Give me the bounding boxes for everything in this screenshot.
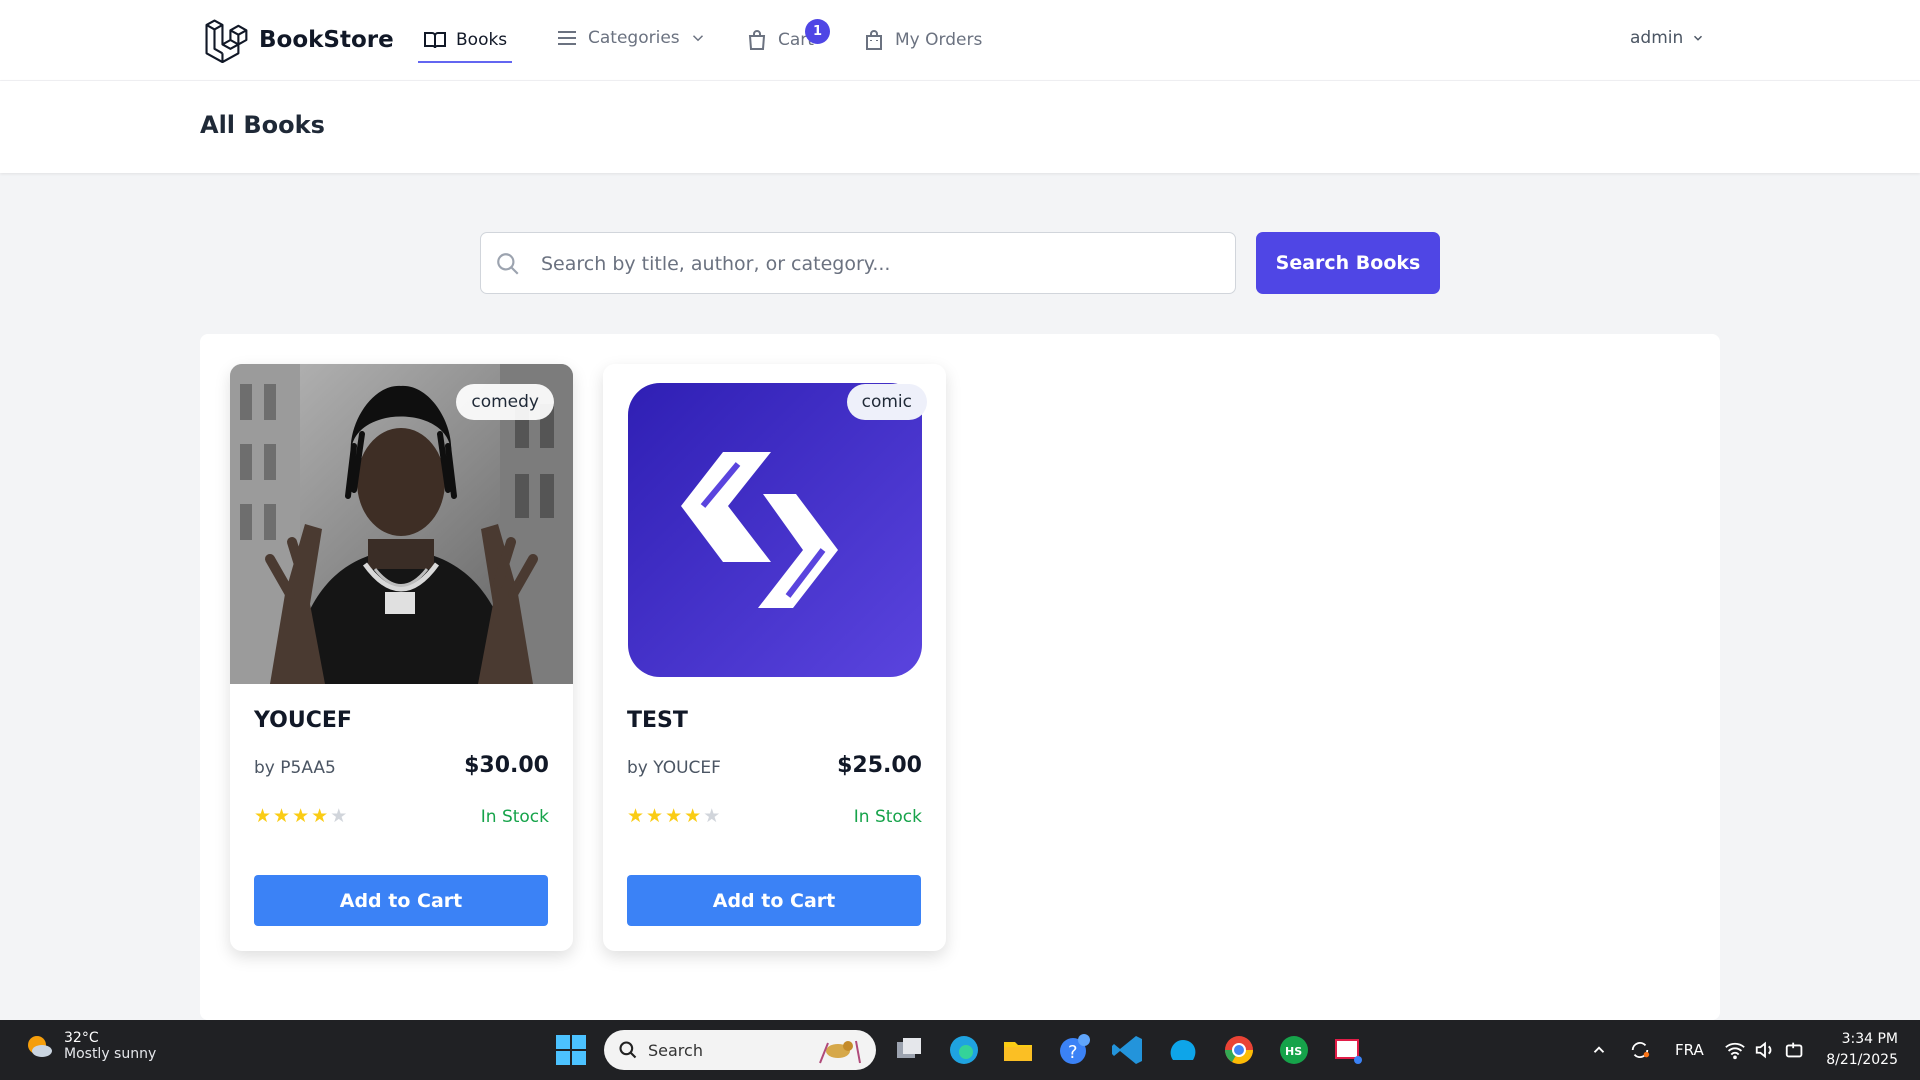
book-price: $30.00 — [464, 753, 549, 778]
book-title[interactable]: YOUCEF — [254, 708, 352, 733]
rating-stars: ★ ★ ★ ★ ★ — [254, 806, 347, 826]
top-navbar: BookStore Books Categories Cart 1 My Ord… — [0, 0, 1920, 81]
nav-books-label: Books — [456, 30, 508, 50]
star-icon: ★ — [646, 805, 664, 827]
book-card[interactable]: comedy YOUCEF by P5AA5 $30.00 ★ ★ ★ ★ ★ … — [230, 364, 573, 951]
category-badge: comic — [846, 384, 927, 420]
clock-time: 3:34 PM — [1841, 1031, 1898, 1047]
nav-my-orders[interactable]: My Orders — [862, 24, 982, 56]
nav-categories-label: Categories — [588, 28, 680, 48]
page-header: All Books — [0, 81, 1920, 173]
battery-icon[interactable] — [1784, 1020, 1806, 1080]
book-card[interactable]: comic TEST by YOUCEF $25.00 ★ ★ ★ ★ ★ In… — [603, 364, 946, 951]
book-title[interactable]: TEST — [627, 708, 688, 733]
user-menu-dropdown[interactable]: admin — [1630, 28, 1705, 48]
star-icon: ★ — [627, 805, 645, 827]
star-icon: ★ — [254, 805, 272, 827]
language-indicator[interactable]: FRA — [1675, 1020, 1704, 1080]
taskbar-search-label: Search — [648, 1040, 703, 1060]
svg-text:?: ? — [1068, 1042, 1078, 1063]
add-to-cart-button[interactable]: Add to Cart — [627, 875, 921, 926]
star-icon: ★ — [273, 805, 291, 827]
volume-icon[interactable] — [1754, 1020, 1776, 1080]
nav-my-orders-label: My Orders — [895, 30, 983, 50]
nav-cart[interactable]: Cart — [745, 24, 814, 56]
star-icon: ★ — [684, 805, 702, 827]
search-icon — [619, 1041, 637, 1059]
star-icon: ★ — [292, 805, 310, 827]
shopping-bag-icon — [748, 30, 766, 50]
brand-name: BookStore — [259, 27, 394, 53]
edge-browser-icon[interactable] — [946, 1032, 982, 1068]
brand-logo[interactable]: BookStore — [203, 17, 394, 63]
star-empty-icon: ★ — [330, 805, 348, 827]
menu-icon — [558, 31, 576, 45]
stock-status: In Stock — [853, 807, 922, 827]
file-explorer-icon[interactable] — [1000, 1032, 1036, 1068]
book-cover-image[interactable]: comedy — [230, 364, 573, 684]
book-author: by P5AA5 — [254, 758, 336, 778]
search-input[interactable] — [541, 243, 1221, 285]
search-box — [480, 232, 1236, 294]
nav-books[interactable]: Books — [417, 24, 513, 63]
weather-widget[interactable]: 32°C Mostly sunny — [24, 1030, 156, 1062]
book-price: $25.00 — [837, 753, 922, 778]
sun-cloud-icon — [28, 1036, 52, 1057]
shopping-bag-icon — [866, 30, 882, 50]
app-cloud-icon[interactable] — [1165, 1032, 1201, 1068]
star-icon: ★ — [311, 805, 329, 827]
help-icon[interactable]: ? — [1056, 1032, 1092, 1068]
user-name: admin — [1630, 28, 1684, 48]
chevron-down-icon — [1694, 35, 1703, 41]
tray-chevron-icon[interactable] — [1590, 1020, 1608, 1080]
system-clock[interactable]: 3:34 PM 8/21/2025 — [1818, 1029, 1898, 1071]
hs-app-icon[interactable]: HS — [1276, 1032, 1312, 1068]
weather-description: Mostly sunny — [64, 1046, 157, 1062]
laravel-logo-icon — [205, 19, 248, 63]
bird-illustration-icon — [819, 1040, 861, 1064]
search-icon — [497, 253, 519, 275]
search-books-button[interactable]: Search Books — [1256, 232, 1440, 294]
svg-text:HS: HS — [1285, 1045, 1302, 1058]
vscode-icon[interactable] — [1110, 1032, 1146, 1068]
snipping-tool-icon[interactable] — [1330, 1032, 1366, 1068]
clock-date: 8/21/2025 — [1826, 1052, 1898, 1068]
star-icon: ★ — [665, 805, 683, 827]
page-title: All Books — [200, 111, 325, 139]
cart-count-badge: 1 — [805, 19, 830, 44]
nav-categories-dropdown[interactable]: Categories — [555, 22, 707, 54]
category-badge: comedy — [456, 384, 554, 420]
chevron-down-icon — [692, 35, 703, 42]
stock-status: In Stock — [480, 807, 549, 827]
star-empty-icon: ★ — [703, 805, 721, 827]
sync-icon[interactable] — [1629, 1020, 1651, 1080]
task-view-icon[interactable] — [891, 1032, 927, 1068]
taskbar-search[interactable]: Search — [604, 1030, 876, 1070]
add-to-cart-button[interactable]: Add to Cart — [254, 875, 548, 926]
book-open-icon — [424, 32, 446, 49]
windows-taskbar: 32°C Mostly sunny Search ? HS FRA 3:34 P… — [0, 1020, 1920, 1080]
book-cover-image[interactable]: comic — [603, 364, 946, 684]
rating-stars: ★ ★ ★ ★ ★ — [627, 806, 720, 826]
chrome-icon[interactable] — [1221, 1032, 1257, 1068]
windows-start-icon[interactable] — [556, 1035, 586, 1065]
weather-temperature: 32°C — [64, 1030, 99, 1046]
wifi-icon[interactable] — [1724, 1020, 1746, 1080]
book-author: by YOUCEF — [627, 758, 721, 778]
